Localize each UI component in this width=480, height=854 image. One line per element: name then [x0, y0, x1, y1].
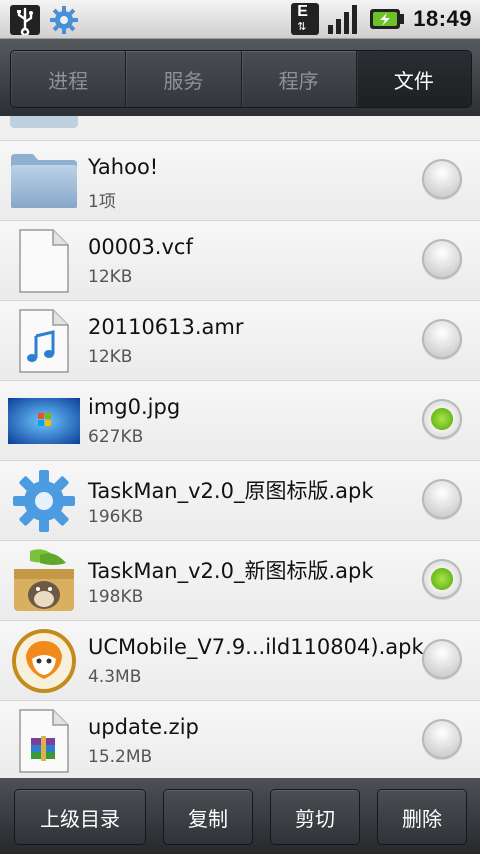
select-radio[interactable]	[422, 639, 462, 679]
battery-charging-icon	[370, 9, 405, 29]
image-thumbnail-icon	[8, 388, 80, 454]
audio-file-icon	[8, 308, 80, 374]
clock: 18:49	[413, 6, 472, 31]
list-item[interactable]: img0.jpg 627KB	[0, 381, 480, 461]
network-type-label: E	[297, 3, 308, 20]
file-name: 00003.vcf	[88, 235, 193, 259]
file-info: 1项	[88, 192, 116, 212]
tab-bar: 进程 服务 程序 文件	[0, 39, 480, 116]
select-radio[interactable]	[422, 559, 462, 599]
file-name: UCMobile_V7.9...ild110804).apk	[88, 635, 424, 659]
document-icon	[8, 228, 80, 294]
file-info: 198KB	[88, 587, 144, 607]
file-name: Yahoo!	[88, 155, 159, 179]
edge-network-icon: E ⇅	[291, 3, 320, 35]
tab-processes[interactable]: 进程	[11, 51, 127, 107]
gear-app-icon	[8, 468, 80, 534]
folder-icon	[8, 148, 80, 214]
tabs: 进程 服务 程序 文件	[10, 50, 472, 108]
file-info: 12KB	[88, 267, 133, 287]
file-name: update.zip	[88, 715, 199, 739]
file-info: 15.2MB	[88, 747, 153, 767]
file-list[interactable]: Yahoo! 1项 00003.vcf 12KB 20110613.amr 12…	[0, 116, 480, 778]
file-name: img0.jpg	[88, 395, 181, 419]
copy-button[interactable]: 复制	[163, 789, 253, 845]
tab-services[interactable]: 服务	[126, 51, 242, 107]
select-radio[interactable]	[422, 719, 462, 759]
file-name: 20110613.amr	[88, 315, 244, 339]
parent-directory-button[interactable]: 上级目录	[14, 789, 146, 845]
file-info: 196KB	[88, 507, 144, 527]
file-name: TaskMan_v2.0_原图标版.apk	[88, 479, 374, 503]
bottom-toolbar: 上级目录 复制 剪切 删除	[0, 778, 480, 854]
select-radio[interactable]	[422, 479, 462, 519]
select-radio[interactable]	[422, 239, 462, 279]
file-info: 627KB	[88, 427, 144, 447]
archive-file-icon	[8, 708, 80, 774]
delete-button[interactable]: 删除	[377, 789, 467, 845]
select-radio[interactable]	[422, 319, 462, 359]
list-item[interactable]: TaskMan_v2.0_原图标版.apk 196KB	[0, 461, 480, 541]
list-item[interactable]: 00003.vcf 12KB	[0, 221, 480, 301]
list-item[interactable]: 20110613.amr 12KB	[0, 301, 480, 381]
list-item[interactable]: update.zip 15.2MB	[0, 701, 480, 778]
list-item[interactable]: UCMobile_V7.9...ild110804).apk 4.3MB	[0, 621, 480, 701]
file-info: 4.3MB	[88, 667, 142, 687]
partial-list-item[interactable]	[0, 116, 480, 141]
tab-files[interactable]: 文件	[356, 51, 471, 107]
status-bar: E ⇅ 18:49	[0, 0, 480, 39]
list-item[interactable]: TaskMan_v2.0_新图标版.apk 198KB	[0, 541, 480, 621]
cut-button[interactable]: 剪切	[270, 789, 360, 845]
select-radio[interactable]	[422, 159, 462, 199]
tab-programs[interactable]: 程序	[242, 51, 357, 107]
usb-icon	[10, 5, 40, 35]
ucmobile-app-icon	[8, 628, 80, 694]
select-radio[interactable]	[422, 399, 462, 439]
file-info: 12KB	[88, 347, 133, 367]
gear-icon	[50, 6, 78, 34]
signal-icon	[328, 5, 358, 34]
totoro-app-icon	[8, 548, 80, 614]
file-name: TaskMan_v2.0_新图标版.apk	[88, 559, 374, 583]
folder-icon	[10, 116, 78, 128]
list-item[interactable]: Yahoo! 1项	[0, 141, 480, 221]
